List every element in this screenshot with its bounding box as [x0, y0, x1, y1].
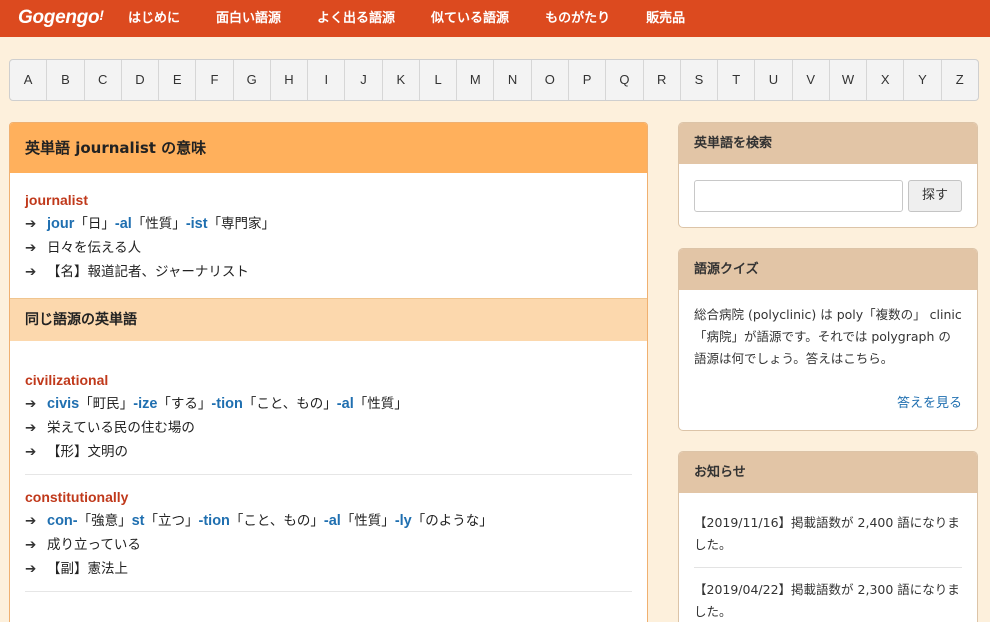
news-panel-title: お知らせ: [679, 452, 977, 493]
alphabet-letter-i[interactable]: I: [308, 60, 346, 100]
related-entry: civilizational ➔ civis「町民」-ize「する」-tion「こ…: [10, 341, 647, 474]
alphabet-letter-e[interactable]: E: [159, 60, 197, 100]
alphabet-letter-x[interactable]: X: [867, 60, 905, 100]
arrow-right-icon: ➔: [25, 513, 37, 529]
definition-line: ➔ 【名】報道記者、ジャーナリスト: [25, 260, 632, 284]
site-logo[interactable]: Gogengo!: [18, 5, 104, 31]
meaning-line: ➔ 栄えている民の住む場の: [25, 416, 632, 440]
alphabet-letter-r[interactable]: R: [644, 60, 681, 100]
arrow-right-icon: ➔: [25, 264, 37, 280]
etymology-part[interactable]: -al: [337, 396, 354, 412]
alphabet-letter-d[interactable]: D: [122, 60, 160, 100]
etymology-part[interactable]: -al: [115, 216, 132, 232]
quiz-panel-title: 語源クイズ: [679, 249, 977, 290]
etymology-part[interactable]: jour: [47, 216, 74, 232]
arrow-right-icon: ➔: [25, 420, 37, 436]
alphabet-letter-o[interactable]: O: [532, 60, 569, 100]
alphabet-letter-b[interactable]: B: [47, 60, 85, 100]
etymology-line: ➔ jour「日」-al「性質」-ist「専門家」: [25, 212, 632, 236]
etymology-gloss: 「性質」: [131, 216, 186, 232]
alphabet-letter-y[interactable]: Y: [904, 60, 942, 100]
alphabet-letter-c[interactable]: C: [85, 60, 122, 100]
news-item: 【2019/04/22】掲載語数が 2,300 語になりました。: [694, 582, 960, 619]
alphabet-letter-l[interactable]: L: [420, 60, 458, 100]
news-panel: お知らせ 【2019/11/16】掲載語数が 2,400 語になりました。 【2…: [678, 451, 978, 622]
etymology-gloss: 「専門家」: [207, 216, 276, 232]
alphabet-letter-f[interactable]: F: [196, 60, 234, 100]
alphabet-letter-v[interactable]: V: [793, 60, 830, 100]
search-panel-title: 英単語を検索: [679, 123, 977, 164]
quiz-answer-link[interactable]: 答えを見る: [897, 392, 962, 411]
etymology-part[interactable]: con-: [47, 513, 78, 529]
alphabet-letter-s[interactable]: S: [681, 60, 719, 100]
etymology-part[interactable]: -al: [324, 513, 341, 529]
alphabet-letter-h[interactable]: H: [271, 60, 309, 100]
alphabet-letter-n[interactable]: N: [494, 60, 532, 100]
nav-link-frequent[interactable]: よく出る語源: [317, 0, 395, 37]
top-nav: Gogengo! はじめに 面白い語源 よく出る語源 似ている語源 ものがたり …: [0, 0, 990, 37]
main-entry: journalist ➔ jour「日」-al「性質」-ist「専門家」 ➔ 日々を…: [10, 173, 647, 298]
etymology-line: ➔ con-「強意」st「立つ」-tion「こと、もの」-al「性質」-ly「のよ…: [25, 509, 632, 533]
etymology-part[interactable]: -ist: [186, 216, 208, 232]
nav-links: はじめに 面白い語源 よく出る語源 似ている語源 ものがたり 販売品: [128, 0, 721, 37]
alphabet-letter-w[interactable]: W: [830, 60, 868, 100]
nav-link-products[interactable]: 販売品: [646, 0, 685, 37]
alphabet-bar: ABCDEFGHIJKLMNOPQRSTUVWXYZ: [9, 59, 979, 101]
etymology-part[interactable]: -tion: [211, 396, 242, 412]
alphabet-letter-k[interactable]: K: [383, 60, 420, 100]
arrow-right-icon: ➔: [25, 444, 37, 460]
etymology-part[interactable]: civis: [47, 396, 79, 412]
etymology-line: ➔ civis「町民」-ize「する」-tion「こと、もの」-al「性質」: [25, 392, 632, 416]
news-item: 【2019/11/16】掲載語数が 2,400 語になりました。: [694, 515, 960, 552]
etymology-part[interactable]: st: [132, 513, 145, 529]
alphabet-letter-t[interactable]: T: [718, 60, 756, 100]
alphabet-letter-q[interactable]: Q: [606, 60, 644, 100]
page-title: 英単語 journalist の意味: [10, 123, 647, 173]
alphabet-letter-a[interactable]: A: [10, 60, 48, 100]
search-button[interactable]: 探す: [908, 180, 962, 212]
nav-link-intro[interactable]: はじめに: [128, 0, 180, 37]
arrow-right-icon: ➔: [25, 561, 37, 577]
alphabet-letter-g[interactable]: G: [234, 60, 271, 100]
quiz-panel: 語源クイズ 総合病院 (polyclinic) は poly「複数の」 clin…: [678, 248, 978, 431]
nav-link-interesting[interactable]: 面白い語源: [216, 0, 281, 37]
definition-line: ➔ 【副】憲法上: [25, 557, 632, 581]
definition-line: ➔ 【形】文明の: [25, 440, 632, 464]
etymology-part[interactable]: -tion: [199, 513, 230, 529]
related-entry: constitutionally ➔ con-「強意」st「立つ」-tion「こと…: [10, 475, 647, 591]
entry-word[interactable]: constitutionally: [25, 485, 632, 509]
divider: [25, 591, 632, 592]
entry-word: journalist: [25, 192, 89, 208]
search-input[interactable]: [694, 180, 903, 212]
arrow-right-icon: ➔: [25, 537, 37, 553]
quiz-text: 総合病院 (polyclinic) は poly「複数の」 clinic「病院」…: [694, 307, 962, 366]
main-panel: 英単語 journalist の意味 journalist ➔ jour「日」-a…: [9, 122, 648, 622]
etymology-gloss: 「日」: [74, 216, 115, 232]
alphabet-letter-j[interactable]: J: [345, 60, 383, 100]
etymology-part[interactable]: -ize: [133, 396, 157, 412]
related-words-header: 同じ語源の英単語: [10, 298, 647, 341]
search-panel: 英単語を検索 探す: [678, 122, 978, 228]
arrow-right-icon: ➔: [25, 396, 37, 412]
nav-link-stories[interactable]: ものがたり: [545, 0, 610, 37]
meaning-line: ➔ 成り立っている: [25, 533, 632, 557]
arrow-right-icon: ➔: [25, 240, 37, 256]
nav-link-similar[interactable]: 似ている語源: [431, 0, 509, 37]
alphabet-letter-p[interactable]: P: [569, 60, 607, 100]
meaning-line: ➔ 日々を伝える人: [25, 236, 632, 260]
arrow-right-icon: ➔: [25, 216, 37, 232]
alphabet-letter-u[interactable]: U: [755, 60, 793, 100]
alphabet-letter-z[interactable]: Z: [942, 60, 978, 100]
entry-word[interactable]: civilizational: [25, 368, 632, 392]
alphabet-letter-m[interactable]: M: [457, 60, 495, 100]
etymology-part[interactable]: -ly: [395, 513, 412, 529]
